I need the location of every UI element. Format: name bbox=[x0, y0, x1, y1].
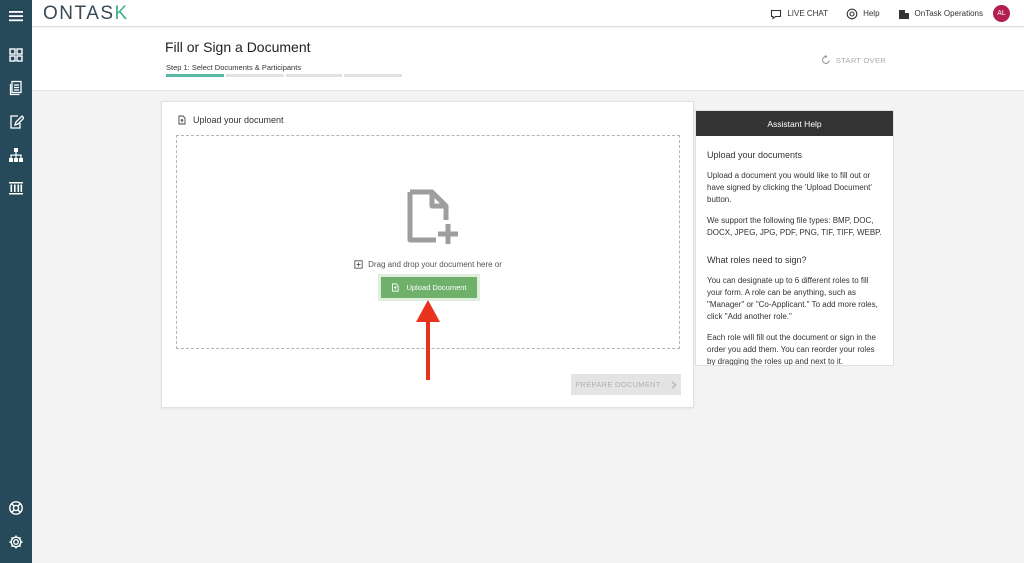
top-bar: ONTASK LIVE CHAT Help OnTask Operations … bbox=[32, 0, 1024, 27]
assistant-help-title: Assistant Help bbox=[696, 111, 893, 136]
drag-drop-text: Drag and drop your document here or bbox=[368, 260, 502, 269]
help-paragraph: We support the following file types: BMP… bbox=[707, 216, 882, 237]
gear-icon[interactable] bbox=[7, 533, 25, 551]
support-icon[interactable] bbox=[7, 499, 25, 517]
menu-icon[interactable] bbox=[7, 7, 25, 25]
step-3-indicator bbox=[286, 74, 342, 77]
sign-document-icon[interactable] bbox=[7, 113, 25, 131]
dashboard-icon[interactable] bbox=[7, 46, 25, 64]
building-icon[interactable] bbox=[7, 179, 25, 197]
file-upload-icon bbox=[178, 115, 186, 125]
assistant-help-panel[interactable]: Assistant Help Upload your documents Upl… bbox=[695, 110, 894, 366]
documents-icon[interactable] bbox=[7, 79, 25, 97]
chevron-right-icon bbox=[671, 380, 677, 389]
card-title: Upload your document bbox=[193, 115, 284, 125]
step-1-indicator bbox=[166, 74, 224, 77]
upload-document-button[interactable]: Upload Document bbox=[381, 277, 477, 298]
step-2-indicator bbox=[226, 74, 284, 77]
help-paragraph: You can designate up to 6 different role… bbox=[707, 276, 878, 321]
help-heading-roles: What roles need to sign? bbox=[707, 255, 807, 265]
help-paragraph: Upload a document you would like to fill… bbox=[707, 171, 872, 204]
drag-drop-icon bbox=[354, 260, 363, 269]
page-header: Fill or Sign a Document Step 1: Select D… bbox=[32, 28, 1024, 91]
building-small-icon bbox=[898, 9, 909, 19]
help-heading-upload: Upload your documents bbox=[707, 150, 803, 160]
start-over-button[interactable]: START OVER bbox=[821, 55, 886, 65]
prepare-document-button[interactable]: PREPARE DOCUMENT bbox=[571, 374, 681, 395]
annotation-arrow bbox=[416, 300, 440, 380]
refresh-icon bbox=[821, 55, 830, 64]
live-chat-button[interactable]: LIVE CHAT bbox=[770, 8, 828, 20]
sidebar bbox=[0, 0, 32, 563]
ontask-logo[interactable]: ONTASK bbox=[43, 3, 129, 25]
avatar[interactable]: AL bbox=[993, 5, 1010, 22]
step-label: Step 1: Select Documents & Participants bbox=[166, 63, 302, 72]
add-file-icon bbox=[407, 189, 458, 244]
help-button[interactable]: Help bbox=[846, 8, 880, 20]
lifebuoy-icon bbox=[846, 8, 858, 19]
page-title: Fill or Sign a Document bbox=[165, 39, 311, 55]
org-chart-icon[interactable] bbox=[7, 146, 25, 164]
org-switcher[interactable]: OnTask Operations bbox=[898, 8, 983, 20]
help-paragraph: Each role will fill out the document or … bbox=[707, 333, 876, 366]
upload-file-icon bbox=[392, 283, 400, 292]
chat-icon bbox=[771, 9, 782, 20]
step-4-indicator bbox=[344, 74, 402, 77]
